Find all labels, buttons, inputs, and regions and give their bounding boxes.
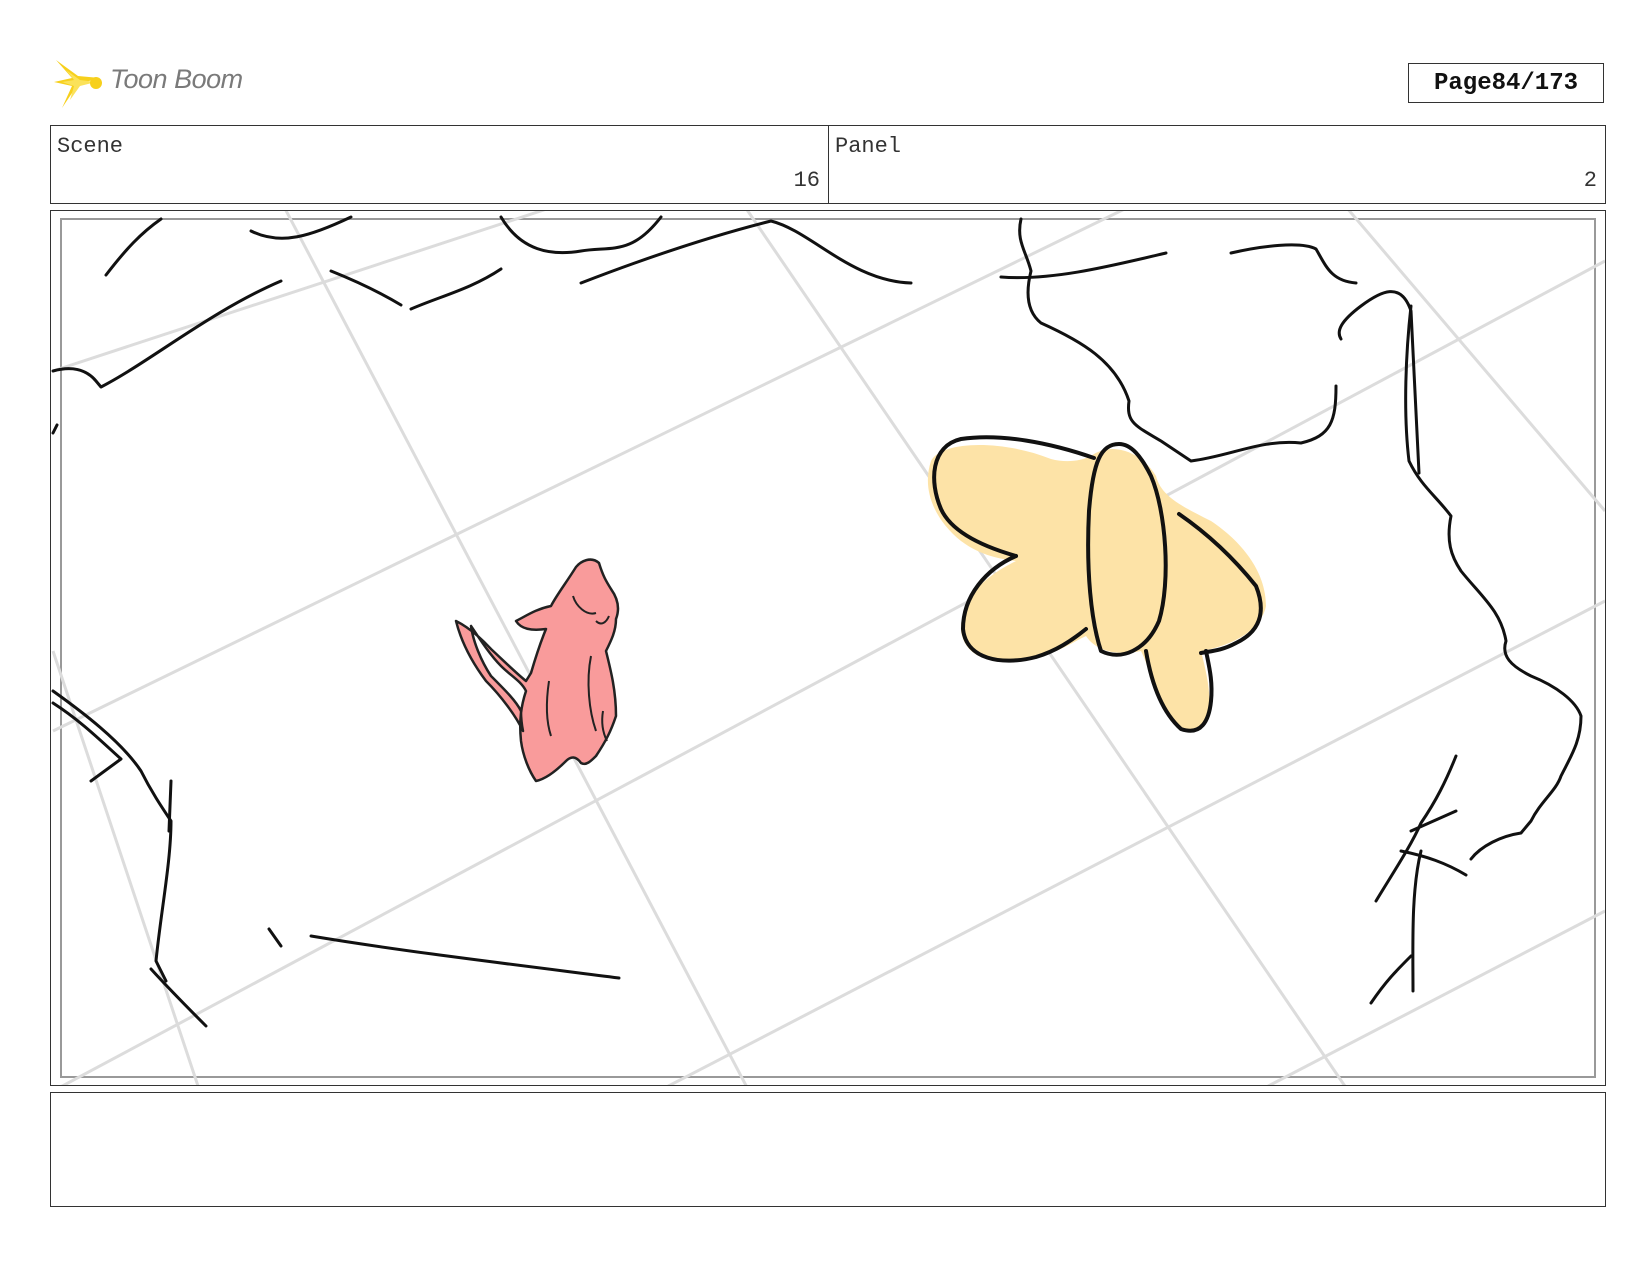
logo-text: Toon Boom — [110, 64, 243, 94]
background-sketch-lines — [51, 215, 1583, 1028]
toon-boom-logo: Toon Boom — [52, 56, 312, 112]
scene-value: 16 — [793, 168, 820, 193]
storyboard-drawing — [51, 211, 1605, 1085]
scene-panel-row: Scene 16 Panel 2 — [50, 125, 1606, 204]
page-indicator: Page 84/173 — [1408, 63, 1604, 103]
panel-cell: Panel 2 — [829, 126, 1605, 203]
scene-label: Scene — [57, 134, 124, 159]
pink-cat-character — [454, 558, 620, 783]
panel-value: 2 — [1583, 168, 1597, 193]
page-label: Page — [1433, 69, 1492, 97]
toon-boom-star-icon — [54, 60, 102, 108]
perspective-grid — [51, 211, 1605, 1085]
safe-area-border — [60, 218, 1596, 1078]
page-number: 84/173 — [1491, 69, 1579, 97]
scene-cell: Scene 16 — [51, 126, 829, 203]
storyboard-panel-frame — [50, 210, 1606, 1086]
panel-label: Panel — [835, 134, 902, 159]
panel-notes-box — [50, 1092, 1606, 1207]
yellow-bow-shape — [927, 435, 1266, 733]
